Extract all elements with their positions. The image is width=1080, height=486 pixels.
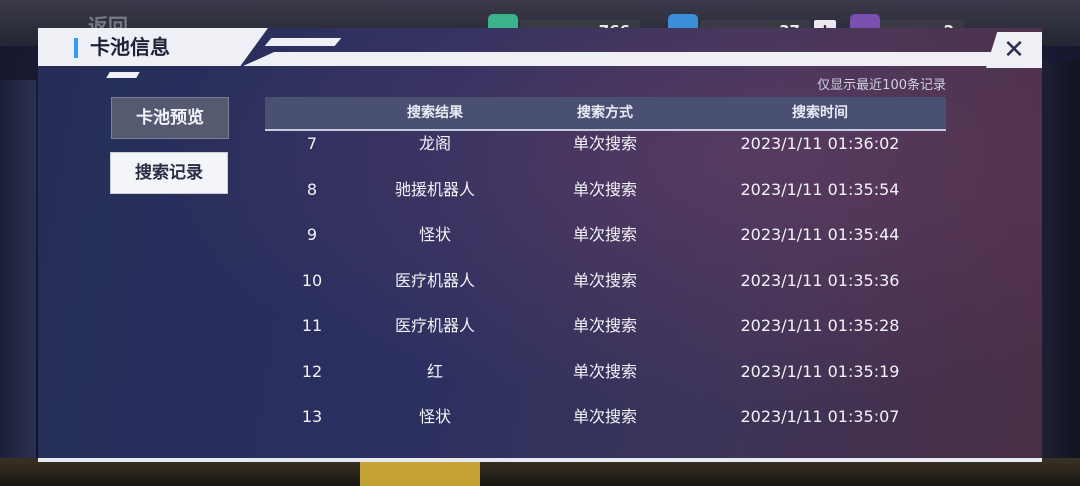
row-result: 医疗机器人 <box>394 316 475 335</box>
row-time: 2023/1/11 01:36:02 <box>740 134 900 153</box>
row-number: 9 <box>306 225 318 244</box>
row-result: 怪状 <box>418 407 451 426</box>
row-time: 2023/1/11 01:35:54 <box>740 179 900 199</box>
row-number: 10 <box>301 270 323 290</box>
header-search-time: 搜索时间 <box>792 105 848 121</box>
table-row: 8 驰援机器人 单次搜索 2023/1/11 01:35:54 <box>265 175 946 221</box>
row-time: 2023/1/11 01:35:28 <box>740 316 900 335</box>
background-bottom-strip <box>0 458 1080 486</box>
row-number: 8 <box>306 179 318 199</box>
row-result: 龙阁 <box>418 134 451 153</box>
row-time: 2023/1/11 01:35:36 <box>740 270 900 290</box>
table-row: 7 龙阁 单次搜索 2023/1/11 01:36:02 <box>265 129 946 175</box>
card-pool-info-modal: 卡池信息 ✕ 仅显示最近100条记录 卡池预览 搜索记录 搜索结果 搜索方式 搜… <box>38 28 1042 462</box>
table-row: 12 红 单次搜索 2023/1/11 01:35:19 <box>265 357 946 403</box>
row-number: 13 <box>301 407 323 426</box>
row-method: 单次搜索 <box>572 361 637 381</box>
row-number: 7 <box>306 134 318 153</box>
table-row: 11 医疗机器人 单次搜索 2023/1/11 01:35:28 <box>265 311 946 357</box>
row-method: 单次搜索 <box>572 225 637 244</box>
records-limit-note: 仅显示最近100条记录 <box>817 78 946 93</box>
row-method: 单次搜索 <box>572 134 637 153</box>
header-search-result: 搜索结果 <box>407 105 463 121</box>
header-search-method: 搜索方式 <box>577 105 633 121</box>
row-number: 12 <box>301 361 323 381</box>
row-time: 2023/1/11 01:35:07 <box>740 407 900 426</box>
row-time: 2023/1/11 01:35:19 <box>740 361 900 381</box>
row-method: 单次搜索 <box>572 270 637 290</box>
header-stripe <box>243 52 1023 66</box>
background-yellow-block <box>360 460 480 486</box>
table-row: 13 怪状 单次搜索 2023/1/11 01:35:07 <box>265 402 946 448</box>
header-stripe-accent <box>264 38 342 46</box>
row-method: 单次搜索 <box>572 407 637 426</box>
background-right-panel <box>1040 60 1080 460</box>
table-row: 10 医疗机器人 单次搜索 2023/1/11 01:35:36 <box>265 266 946 312</box>
tab-search-records[interactable]: 搜索记录 <box>111 153 227 193</box>
tab-card-pool-preview[interactable]: 卡池预览 <box>111 97 229 139</box>
row-result: 医疗机器人 <box>394 270 475 290</box>
row-method: 单次搜索 <box>572 316 637 335</box>
records-table-body[interactable]: 7 龙阁 单次搜索 2023/1/11 01:36:02 8 驰援机器人 单次搜… <box>265 129 946 448</box>
row-time: 2023/1/11 01:35:44 <box>740 225 900 244</box>
records-table-header: 搜索结果 搜索方式 搜索时间 <box>265 97 946 131</box>
row-number: 11 <box>301 316 323 335</box>
row-result: 红 <box>426 361 443 381</box>
row-result: 怪状 <box>418 225 451 244</box>
background-left-panel <box>0 80 36 460</box>
row-result: 驰援机器人 <box>394 179 475 199</box>
modal-title: 卡池信息 <box>90 35 170 59</box>
table-row: 9 怪状 单次搜索 2023/1/11 01:35:44 <box>265 220 946 266</box>
title-decoration <box>106 72 140 78</box>
title-bar: 卡池信息 <box>38 28 268 66</box>
title-accent-bar <box>74 38 78 58</box>
row-method: 单次搜索 <box>572 179 637 199</box>
